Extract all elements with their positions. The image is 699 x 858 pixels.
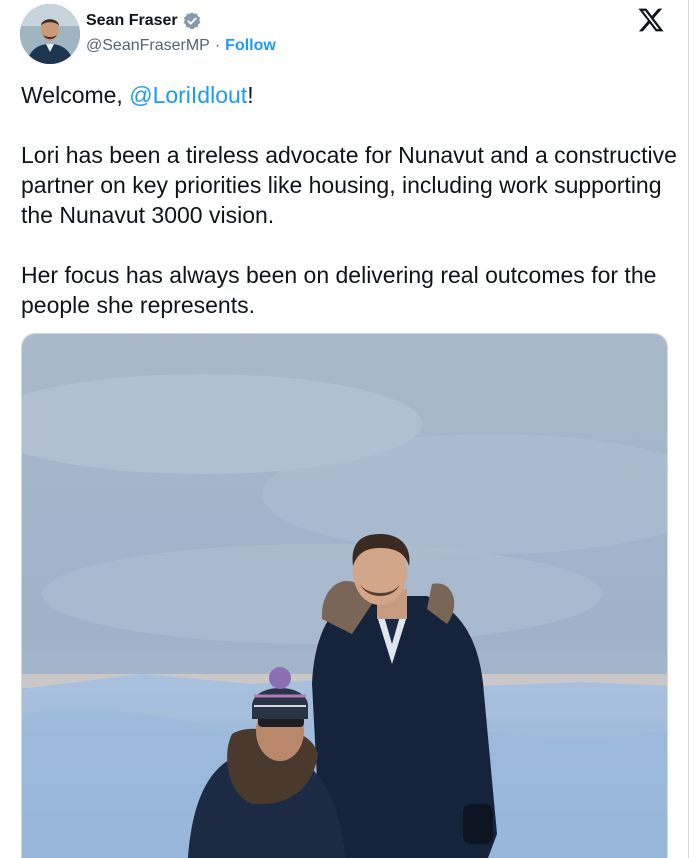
- mention-link[interactable]: @LoriIdlout: [129, 82, 247, 108]
- display-name[interactable]: Sean Fraser: [86, 12, 178, 30]
- tweet-paragraph-2: Lori has been a tireless advocate for Nu…: [21, 142, 677, 228]
- avatar-image: [20, 4, 80, 64]
- welcome-suffix: !: [247, 82, 254, 108]
- verified-badge-icon: [182, 11, 202, 31]
- tweet-header: Sean Fraser @SeanFraserMP · Follow: [20, 4, 670, 64]
- handle[interactable]: @SeanFraserMP: [86, 37, 210, 55]
- tweet-photo[interactable]: [21, 333, 668, 858]
- photo-image: [22, 334, 667, 858]
- separator-dot: ·: [214, 37, 221, 54]
- welcome-text: Welcome,: [21, 82, 130, 108]
- tweet-line-welcome: Welcome, @LoriIdlout!: [21, 80, 681, 110]
- handle-row: @SeanFraserMP · Follow: [86, 37, 276, 55]
- name-row: Sean Fraser: [86, 10, 202, 32]
- follow-button[interactable]: Follow: [225, 37, 276, 55]
- tweet-text: Welcome, @LoriIdlout! Lori has been a ti…: [21, 80, 681, 320]
- avatar[interactable]: [20, 4, 80, 64]
- right-border: [688, 0, 689, 858]
- tweet-paragraph-3: Her focus has always been on delivering …: [21, 262, 657, 318]
- x-logo-icon[interactable]: [637, 6, 665, 34]
